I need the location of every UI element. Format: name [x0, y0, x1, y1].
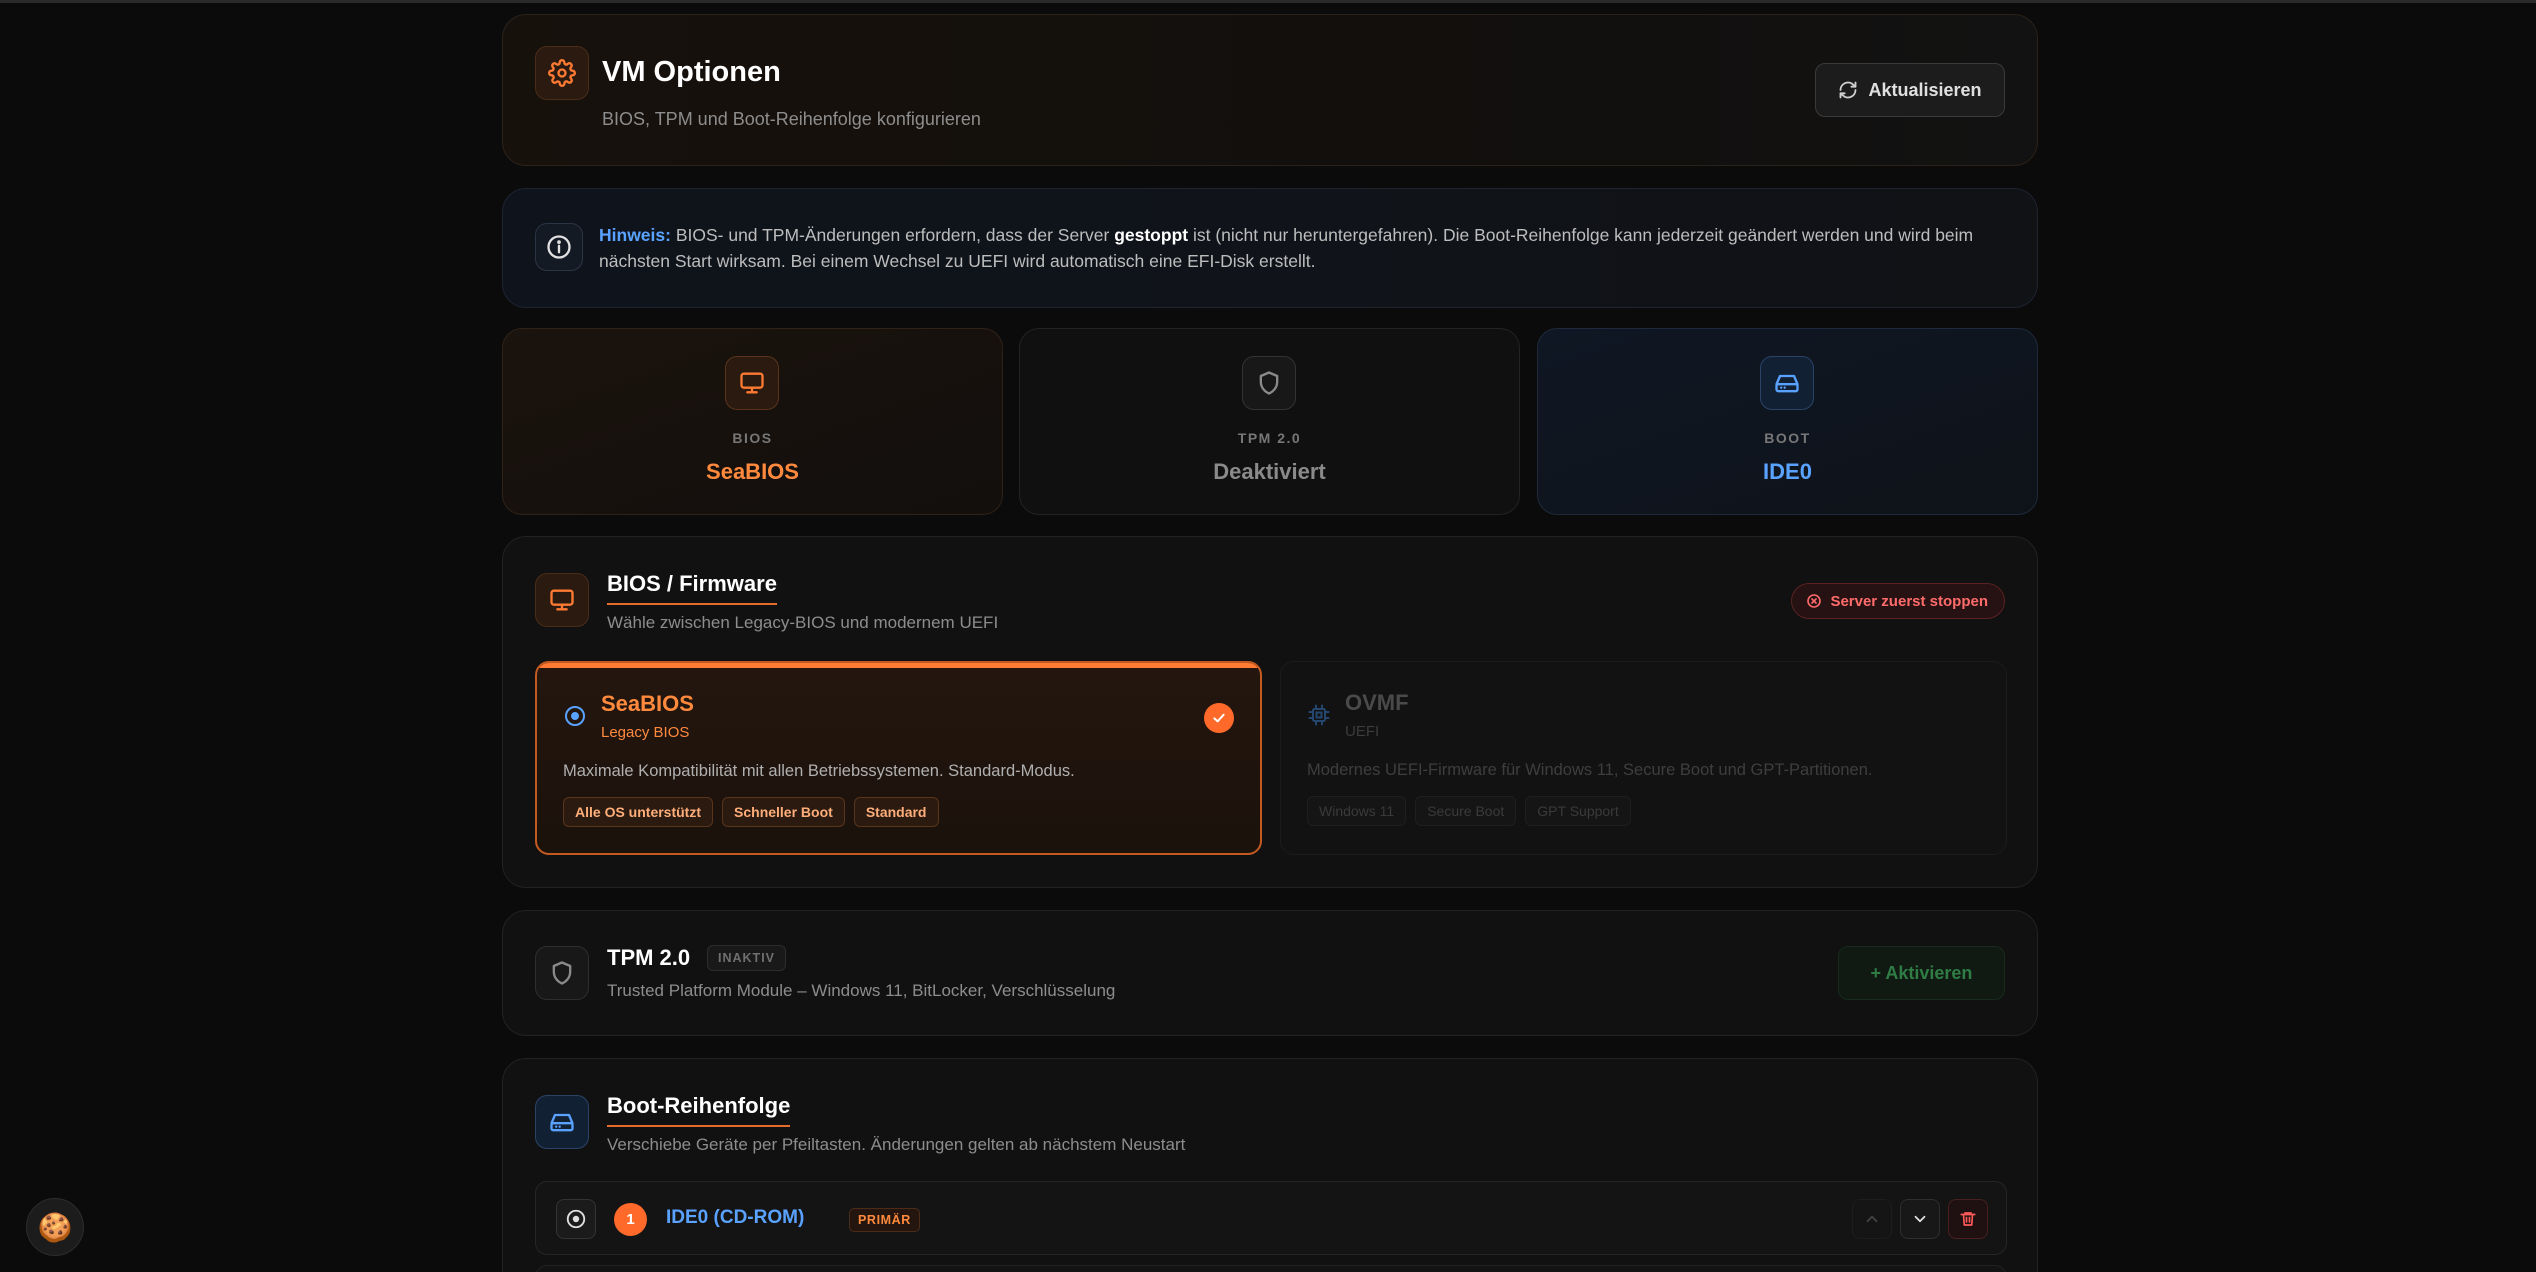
trash-icon	[1960, 1212, 1976, 1226]
hard-drive-icon	[535, 1095, 589, 1149]
section-subtitle: Trusted Platform Module – Windows 11, Bi…	[607, 981, 1116, 1000]
info-icon	[535, 223, 583, 271]
boot-order-section: Boot-Reihenfolge Verschiebe Geräte per P…	[502, 1058, 2038, 1272]
disc-icon	[556, 1199, 596, 1239]
activate-tpm-button[interactable]: + Aktivieren	[1838, 946, 2005, 1000]
radio-selected-icon	[565, 706, 585, 726]
status-label: TPM 2.0	[1237, 430, 1302, 446]
gear-icon	[535, 46, 589, 100]
option-description: Maximale Kompatibilität mit allen Betrie…	[563, 762, 1075, 780]
firmware-option-ovmf[interactable]: OVMF UEFI Modernes UEFI-Firmware für Win…	[1280, 661, 2007, 855]
option-type: Legacy BIOS	[601, 724, 690, 741]
x-circle-icon	[1807, 594, 1822, 608]
chip-icon	[1308, 704, 1330, 726]
option-tags: Alle OS unterstützt Schneller Boot Stand…	[563, 797, 939, 827]
check-icon	[1204, 703, 1234, 733]
shield-icon	[535, 946, 589, 1000]
page-title: VM Optionen	[602, 56, 781, 88]
chevron-up-icon	[1866, 1215, 1878, 1223]
option-name: SeaBIOS	[601, 691, 694, 716]
option-tags: Windows 11 Secure Boot GPT Support	[1307, 796, 1631, 826]
option-type: UEFI	[1345, 723, 1380, 740]
boot-device-row[interactable]	[535, 1265, 2007, 1272]
option-name: OVMF	[1345, 690, 1409, 715]
option-tag: Alle OS unterstützt	[563, 797, 714, 827]
bios-section: BIOS / Firmware Wähle zwischen Legacy-BI…	[502, 536, 2038, 888]
cookie-settings-button[interactable]: 🍪	[26, 1198, 84, 1256]
refresh-button[interactable]: Aktualisieren	[1815, 63, 2005, 117]
status-label: BOOT	[1764, 430, 1811, 446]
status-tile-bios: BIOS SeaBIOS	[502, 328, 1003, 515]
tpm-section: TPM 2.0 INAKTIV Trusted Platform Module …	[502, 910, 2038, 1036]
section-subtitle: Wähle zwischen Legacy-BIOS und modernem …	[607, 613, 999, 632]
chevron-down-icon	[1914, 1215, 1926, 1223]
firmware-option-seabios[interactable]: SeaBIOS Legacy BIOS Maximale Kompatibili…	[535, 661, 1262, 855]
option-tag: Standard	[853, 797, 939, 827]
stop-badge-label: Server zuerst stoppen	[1830, 592, 1988, 610]
status-label: BIOS	[732, 430, 773, 446]
option-description: Modernes UEFI-Firmware für Windows 11, S…	[1307, 761, 1873, 779]
section-title: Boot-Reihenfolge	[607, 1093, 791, 1127]
status-value: IDE0	[1763, 459, 1812, 484]
option-tag: GPT Support	[1525, 796, 1631, 826]
hint-text-1: BIOS- und TPM-Änderungen erfordern, dass…	[670, 225, 1115, 245]
status-tile-boot: BOOT IDE0	[1537, 328, 2038, 515]
status-badge: INAKTIV	[707, 945, 786, 971]
option-tag: Secure Boot	[1415, 796, 1517, 826]
boot-device-name: IDE0 (CD-ROM)	[666, 1207, 805, 1228]
refresh-icon	[1840, 81, 1857, 99]
section-subtitle: Verschiebe Geräte per Pfeiltasten. Änder…	[607, 1135, 1186, 1154]
stop-server-badge: Server zuerst stoppen	[1791, 583, 2005, 619]
move-down-button[interactable]	[1900, 1199, 1940, 1239]
status-value: SeaBIOS	[706, 459, 799, 484]
status-value: Deaktiviert	[1213, 459, 1326, 484]
option-tag: Windows 11	[1307, 796, 1407, 826]
refresh-label: Aktualisieren	[1868, 79, 1982, 100]
status-tile-tpm: TPM 2.0 Deaktiviert	[1019, 328, 1520, 515]
monitor-icon	[725, 356, 779, 410]
hint-card: Hinweis: BIOS- und TPM-Änderungen erford…	[502, 188, 2038, 308]
section-title: BIOS / Firmware	[607, 571, 777, 605]
page-subtitle: BIOS, TPM und Boot-Reihenfolge konfiguri…	[602, 109, 981, 129]
monitor-icon	[535, 573, 589, 627]
delete-button[interactable]	[1948, 1199, 1988, 1239]
shield-icon	[1242, 356, 1296, 410]
move-up-button[interactable]	[1852, 1199, 1892, 1239]
hint-label: Hinweis:	[599, 225, 671, 245]
hint-bold: gestoppt	[1114, 225, 1189, 245]
option-tag: Schneller Boot	[722, 797, 845, 827]
hard-drive-icon	[1760, 356, 1814, 410]
header-card: VM Optionen BIOS, TPM und Boot-Reihenfol…	[502, 14, 2038, 166]
boot-position: 1	[614, 1203, 647, 1236]
top-border	[0, 0, 2536, 3]
primary-badge: PRIMÄR	[849, 1208, 920, 1232]
boot-device-row[interactable]: 1 IDE0 (CD-ROM) PRIMÄR	[535, 1181, 2007, 1255]
section-title: TPM 2.0	[607, 945, 691, 970]
hint-text: Hinweis: BIOS- und TPM-Änderungen erford…	[599, 222, 2009, 274]
